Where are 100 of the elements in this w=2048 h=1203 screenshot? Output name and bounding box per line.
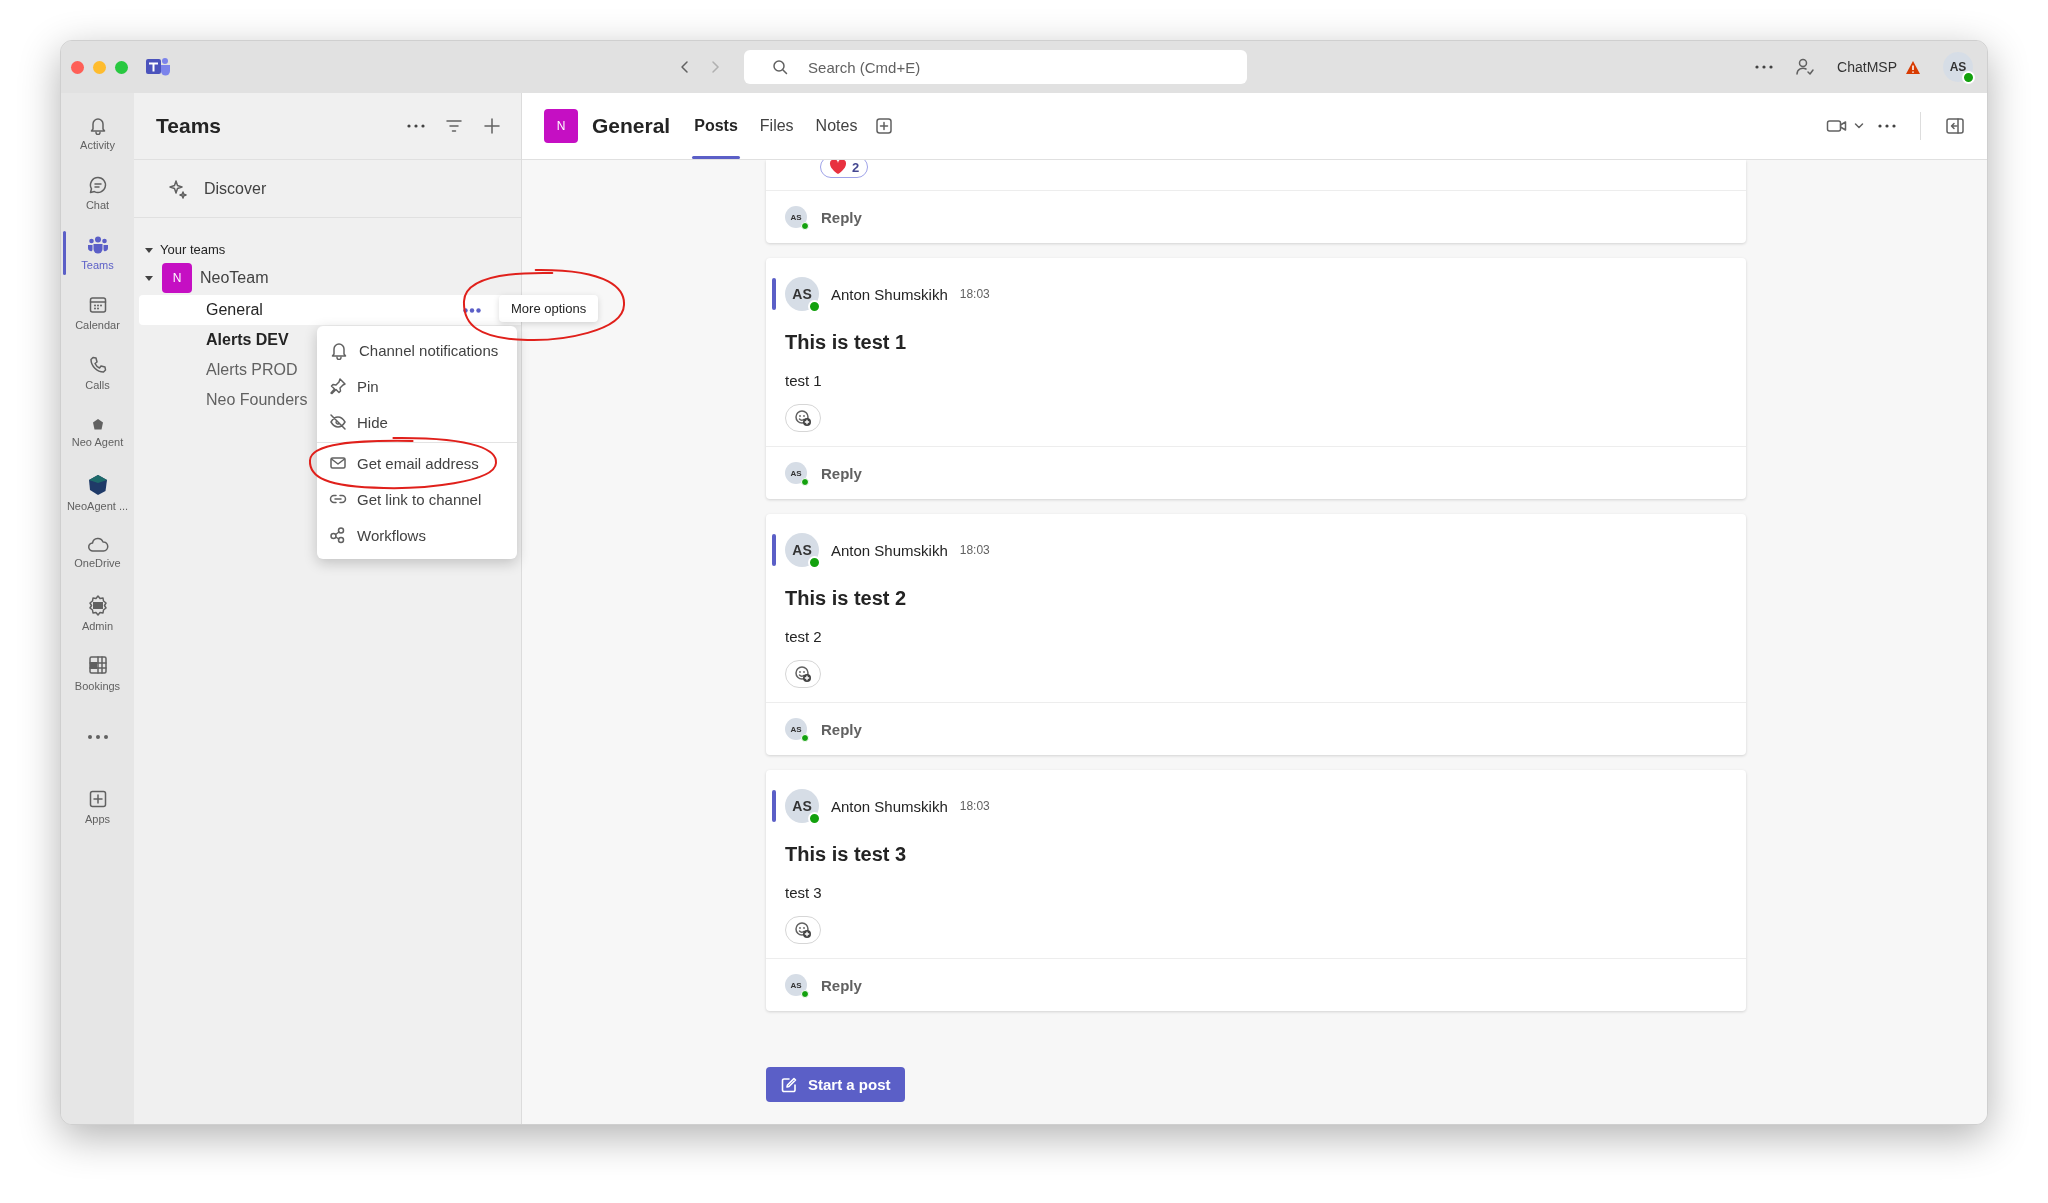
menu-item[interactable]: Channel notifications: [317, 332, 517, 368]
menu-item[interactable]: Get email address: [317, 445, 517, 481]
nodes-icon: [329, 526, 347, 544]
timestamp: 18:03: [959, 287, 990, 301]
reply-button[interactable]: Reply: [821, 976, 862, 994]
add-reaction-button[interactable]: [785, 916, 821, 944]
post-text: test 3: [785, 884, 823, 902]
reply-button[interactable]: Reply: [821, 464, 862, 482]
more-options-icon[interactable]: [463, 307, 481, 313]
rail-item[interactable]: Calendar: [61, 283, 134, 343]
presence-dot: [808, 556, 821, 569]
rail-item[interactable]: Activity: [61, 103, 134, 163]
discover-item[interactable]: Discover: [134, 160, 521, 218]
avatar: AS: [785, 789, 819, 823]
avatar: AS: [785, 974, 807, 996]
accent-bar: [772, 278, 776, 310]
emoji-add-icon: [794, 921, 812, 939]
avatar[interactable]: AS: [1943, 52, 1973, 82]
app-logo-icon: [146, 56, 172, 78]
more-icon[interactable]: [1755, 65, 1774, 69]
filter-icon[interactable]: [445, 119, 463, 133]
author-name: Anton Shumskikh: [831, 797, 948, 815]
rail-item[interactable]: Bookings: [61, 643, 134, 703]
team-item[interactable]: N NeoTeam: [144, 263, 521, 293]
rail-item[interactable]: Teams: [61, 223, 134, 283]
start-post-button[interactable]: Start a post: [766, 1067, 905, 1102]
section-header[interactable]: Your teams: [144, 242, 521, 257]
add-tab-icon[interactable]: [875, 117, 894, 135]
tab[interactable]: Files: [757, 93, 796, 159]
post-title: This is test 1: [785, 330, 908, 354]
gear-icon: [86, 594, 109, 616]
search-field[interactable]: Search (Cmd+E): [744, 50, 1248, 84]
org-name[interactable]: ChatMSP: [1837, 59, 1897, 75]
add-reaction-button[interactable]: [785, 404, 821, 432]
reply-button[interactable]: Reply: [821, 720, 862, 738]
tooltip: More options: [499, 295, 599, 322]
presence-dot: [801, 478, 809, 486]
post-text: test 2: [785, 628, 823, 646]
heart-icon: [829, 160, 847, 175]
chevron-down-icon[interactable]: [1854, 122, 1864, 130]
more-icon[interactable]: [1878, 124, 1896, 128]
tab[interactable]: Posts: [692, 93, 740, 159]
timestamp: 18:03: [959, 799, 990, 813]
polygon-icon: [86, 474, 109, 496]
presence-dot: [1962, 71, 1975, 84]
presence-dot: [801, 734, 809, 742]
channel-item[interactable]: Alerts PROD: [139, 355, 304, 385]
panel-title: Teams: [156, 114, 221, 138]
more-icon[interactable]: [407, 124, 425, 128]
tab[interactable]: Notes: [813, 93, 860, 159]
avatar: AS: [785, 533, 819, 567]
emoji-add-icon: [794, 409, 812, 427]
rail-item[interactable]: Admin: [61, 583, 134, 643]
rail-item[interactable]: Apps: [61, 777, 134, 837]
video-camera-icon[interactable]: [1826, 118, 1848, 134]
cloud-icon: [86, 537, 109, 553]
rail-item[interactable]: Calls: [61, 343, 134, 403]
people-icon: [86, 235, 109, 255]
emoji-add-icon: [794, 665, 812, 683]
rail-item[interactable]: Chat: [61, 163, 134, 223]
rail-item[interactable]: Neo Agent: [61, 403, 134, 463]
grid-icon: [86, 654, 109, 676]
timestamp: 18:03: [959, 543, 990, 557]
search-icon: [772, 59, 789, 75]
presence-dot: [801, 990, 809, 998]
author-name: Anton Shumskikh: [831, 541, 948, 559]
plus-square-icon: [87, 789, 108, 809]
avatar: AS: [785, 277, 819, 311]
menu-item[interactable]: Pin: [317, 368, 517, 404]
eye-slash-icon: [329, 413, 347, 431]
channel-title: General: [592, 114, 671, 138]
rail-item[interactable]: NeoAgent ...: [61, 463, 134, 523]
channel-avatar: N: [544, 109, 578, 143]
avatar: AS: [785, 462, 807, 484]
avatar: AS: [785, 206, 807, 228]
person-icon[interactable]: [1795, 57, 1816, 77]
chat-icon: [87, 175, 108, 195]
envelope-icon: [329, 454, 347, 472]
add-icon[interactable]: [483, 117, 501, 135]
author-name: Anton Shumskikh: [831, 285, 948, 303]
team-avatar: N: [162, 263, 192, 293]
channel-item[interactable]: Neo Founders: [139, 385, 314, 415]
compose-icon: [780, 1075, 798, 1094]
menu-item[interactable]: Workflows: [317, 517, 517, 553]
calendar-icon: [87, 295, 108, 315]
accent-bar: [772, 534, 776, 566]
rail-item[interactable]: OneDrive: [61, 523, 134, 583]
bell-icon: [329, 340, 349, 360]
avatar: AS: [785, 718, 807, 740]
channel-item[interactable]: Alerts DEV: [139, 325, 295, 355]
pin-icon: [329, 377, 347, 395]
side-panel-icon[interactable]: [1945, 117, 1965, 135]
more-icon: [86, 734, 109, 740]
reply-button[interactable]: Reply: [821, 208, 862, 226]
add-reaction-button[interactable]: [785, 660, 821, 688]
presence-dot: [808, 812, 821, 825]
menu-item[interactable]: Hide: [317, 404, 517, 440]
menu-item[interactable]: Get link to channel: [317, 481, 517, 517]
reaction-button[interactable]: 2: [820, 160, 869, 178]
post-text: test 1: [785, 372, 823, 390]
